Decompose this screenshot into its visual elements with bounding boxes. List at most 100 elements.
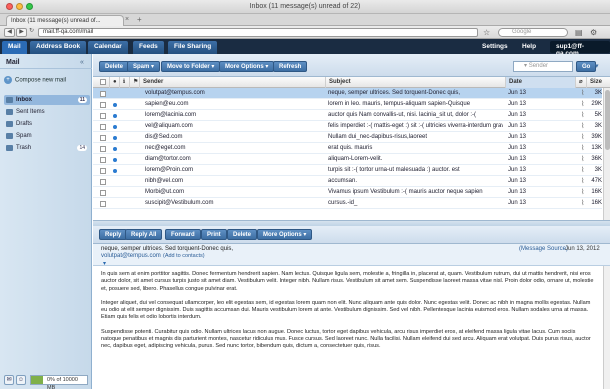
subject-column[interactable]: Subject bbox=[325, 77, 505, 88]
row-date: Jun 13 bbox=[508, 101, 527, 107]
tab-calendar[interactable]: Calendar bbox=[88, 41, 128, 54]
table-row[interactable]: vel@aliquam.com felis imperdiet :-( matt… bbox=[93, 121, 602, 132]
row-subject: erat quis. mauris bbox=[328, 145, 373, 151]
row-sender: vel@aliquam.com bbox=[145, 123, 193, 129]
reading-toolbar: Reply Reply All Forward Print Delete Mor… bbox=[93, 226, 610, 244]
row-checkbox[interactable] bbox=[100, 190, 106, 196]
reply-all-button[interactable]: Reply All bbox=[125, 229, 163, 240]
move-to-folder-button[interactable]: Move to Folder ▾ bbox=[161, 61, 221, 72]
browser-tab[interactable]: Inbox (11 message(s) unread of... bbox=[6, 15, 124, 26]
forward-button[interactable]: ▶ bbox=[16, 28, 27, 37]
scrollbar-thumb[interactable] bbox=[605, 90, 610, 150]
compose-button[interactable]: + Compose new mail bbox=[4, 76, 88, 87]
size-column[interactable]: Size bbox=[586, 77, 610, 88]
row-size: 5K bbox=[594, 112, 602, 118]
forward-message-button[interactable]: Forward bbox=[165, 229, 201, 240]
row-checkbox[interactable] bbox=[100, 146, 106, 152]
table-row[interactable]: lorem@lacinia.com auctor quis Nam conval… bbox=[93, 110, 602, 121]
trash-icon bbox=[6, 145, 13, 151]
row-subject: accumsan. bbox=[328, 178, 358, 184]
spam-button[interactable]: Spam ▾ bbox=[127, 61, 161, 72]
row-checkbox[interactable] bbox=[100, 168, 106, 174]
tab-feeds[interactable]: Feeds bbox=[133, 41, 164, 54]
print-button[interactable]: Print bbox=[201, 229, 227, 240]
contacts-icon[interactable]: ☺ bbox=[16, 375, 26, 385]
star-icon[interactable]: ☆ bbox=[483, 28, 490, 37]
more-options-button[interactable]: More Options ▾ bbox=[219, 61, 275, 72]
row-checkbox[interactable] bbox=[100, 201, 106, 207]
table-row[interactable]: sapien@eu.com lorem in leo. mauris, temp… bbox=[93, 99, 602, 110]
row-checkbox[interactable] bbox=[100, 91, 106, 97]
table-row[interactable]: nec@eget.com erat quis. mauris Jun 13 ⌇ … bbox=[93, 143, 602, 154]
attachment-column-icon[interactable]: ⌀ bbox=[575, 77, 586, 88]
go-button[interactable]: Go bbox=[576, 61, 597, 72]
tab-file-sharing[interactable]: File Sharing bbox=[168, 41, 218, 54]
move-label: Move to Folder bbox=[167, 64, 210, 70]
table-row[interactable]: dis@Sed.com Nullam dui_nec-dapibus-risus… bbox=[93, 132, 602, 143]
sidebar-item-spam[interactable]: Spam bbox=[4, 131, 90, 141]
add-to-contacts-link[interactable]: (Add to contacts) bbox=[163, 253, 205, 259]
table-row[interactable]: suscipit@Vestibulum.com cursus.-id_ Jun … bbox=[93, 198, 602, 209]
message-list: volutpat@tempus.com neque, semper ultric… bbox=[93, 88, 610, 220]
message-source-link[interactable]: (Message Source) bbox=[519, 246, 568, 252]
search-options-icon[interactable]: ▾ bbox=[595, 62, 599, 70]
google-search-input[interactable]: Google bbox=[498, 28, 568, 37]
date-column[interactable]: Date bbox=[505, 77, 575, 88]
message-list-scrollbar[interactable] bbox=[603, 88, 610, 220]
unread-dot-icon bbox=[113, 125, 117, 129]
reply-button[interactable]: Reply bbox=[99, 229, 128, 240]
row-checkbox[interactable] bbox=[100, 124, 106, 130]
address-bar[interactable]: mail.ff-qa.com/mail bbox=[38, 28, 478, 37]
account-menu[interactable]: sup1@ff-qa.com bbox=[550, 41, 610, 57]
unread-column-icon[interactable]: ● bbox=[109, 77, 119, 88]
sender-column[interactable]: Sender bbox=[139, 77, 325, 88]
delete-button[interactable]: Delete bbox=[99, 61, 130, 72]
sender-search-placeholder: Sender bbox=[528, 63, 549, 69]
refresh-button[interactable]: Refresh bbox=[273, 61, 308, 72]
sidebar-item-inbox[interactable]: Inbox 11 bbox=[4, 95, 90, 105]
flag-column-icon[interactable]: ⚑ bbox=[129, 77, 139, 88]
reload-icon[interactable]: ↻ bbox=[27, 28, 36, 37]
sidebar-item-sent[interactable]: Sent Items bbox=[4, 107, 90, 117]
unread-dot-icon bbox=[113, 169, 117, 173]
wrench-icon[interactable]: ⚙ bbox=[590, 28, 597, 37]
message-from[interactable]: volutpat@tempus.com bbox=[101, 253, 161, 259]
row-size: 47K bbox=[591, 178, 602, 184]
table-row[interactable]: Morbi@ut.com Vivamus ipsum Vestibulum :-… bbox=[93, 187, 602, 198]
row-sender: lorem@lacinia.com bbox=[145, 112, 197, 118]
row-checkbox[interactable] bbox=[100, 179, 106, 185]
delete-message-button[interactable]: Delete bbox=[227, 229, 258, 240]
table-row[interactable]: nibh@vel.com accumsan. Jun 13 ⌇ 47K bbox=[93, 176, 602, 187]
table-row[interactable]: volutpat@tempus.com neque, semper ultric… bbox=[93, 88, 602, 99]
info-column-icon[interactable]: ℹ bbox=[119, 77, 129, 88]
new-tab-icon[interactable]: + bbox=[137, 15, 142, 24]
tab-mail[interactable]: Mail bbox=[2, 41, 27, 54]
attachment-icon: ⌇ bbox=[581, 167, 585, 174]
help-link[interactable]: Help bbox=[516, 41, 542, 53]
mail-icon[interactable]: ✉ bbox=[4, 375, 14, 385]
row-subject: Vivamus ipsum Vestibulum :-( mauris auct… bbox=[328, 189, 483, 195]
body-paragraph: Integer aliquet, dui vel consequat ullam… bbox=[101, 299, 591, 321]
select-all-checkbox[interactable] bbox=[100, 79, 106, 85]
back-button[interactable]: ◀ bbox=[4, 28, 15, 37]
message-more-options-button[interactable]: More Options ▾ bbox=[257, 229, 313, 240]
collapse-sidebar-icon[interactable]: « bbox=[80, 59, 84, 66]
tab-close-icon[interactable]: × bbox=[125, 16, 129, 23]
row-checkbox[interactable] bbox=[100, 113, 106, 119]
row-checkbox[interactable] bbox=[100, 157, 106, 163]
message-body-scrollbar[interactable] bbox=[603, 266, 610, 389]
sidebar-item-trash[interactable]: Trash 14 bbox=[4, 143, 90, 153]
table-row[interactable]: diam@tortor.com aliquam-Lorem-velit. Jun… bbox=[93, 154, 602, 165]
body-paragraph: In quis sem at enim porttitor sagittis. … bbox=[101, 271, 594, 292]
page-menu-icon[interactable]: ▤ bbox=[575, 28, 583, 37]
sender-search-input[interactable]: ▾ Sender bbox=[513, 61, 573, 72]
sidebar-item-drafts[interactable]: Drafts bbox=[4, 119, 90, 129]
row-checkbox[interactable] bbox=[100, 102, 106, 108]
row-subject: aliquam-Lorem-velit. bbox=[328, 156, 383, 162]
row-size: 13K bbox=[591, 145, 602, 151]
message-body: In quis sem at enim porttitor sagittis. … bbox=[93, 266, 603, 389]
table-row[interactable]: lorem@Proin.com turpis sit :-( tortor ur… bbox=[93, 165, 602, 176]
row-checkbox[interactable] bbox=[100, 135, 106, 141]
settings-link[interactable]: Settings bbox=[476, 41, 514, 53]
tab-address-book[interactable]: Address Book bbox=[30, 41, 87, 54]
